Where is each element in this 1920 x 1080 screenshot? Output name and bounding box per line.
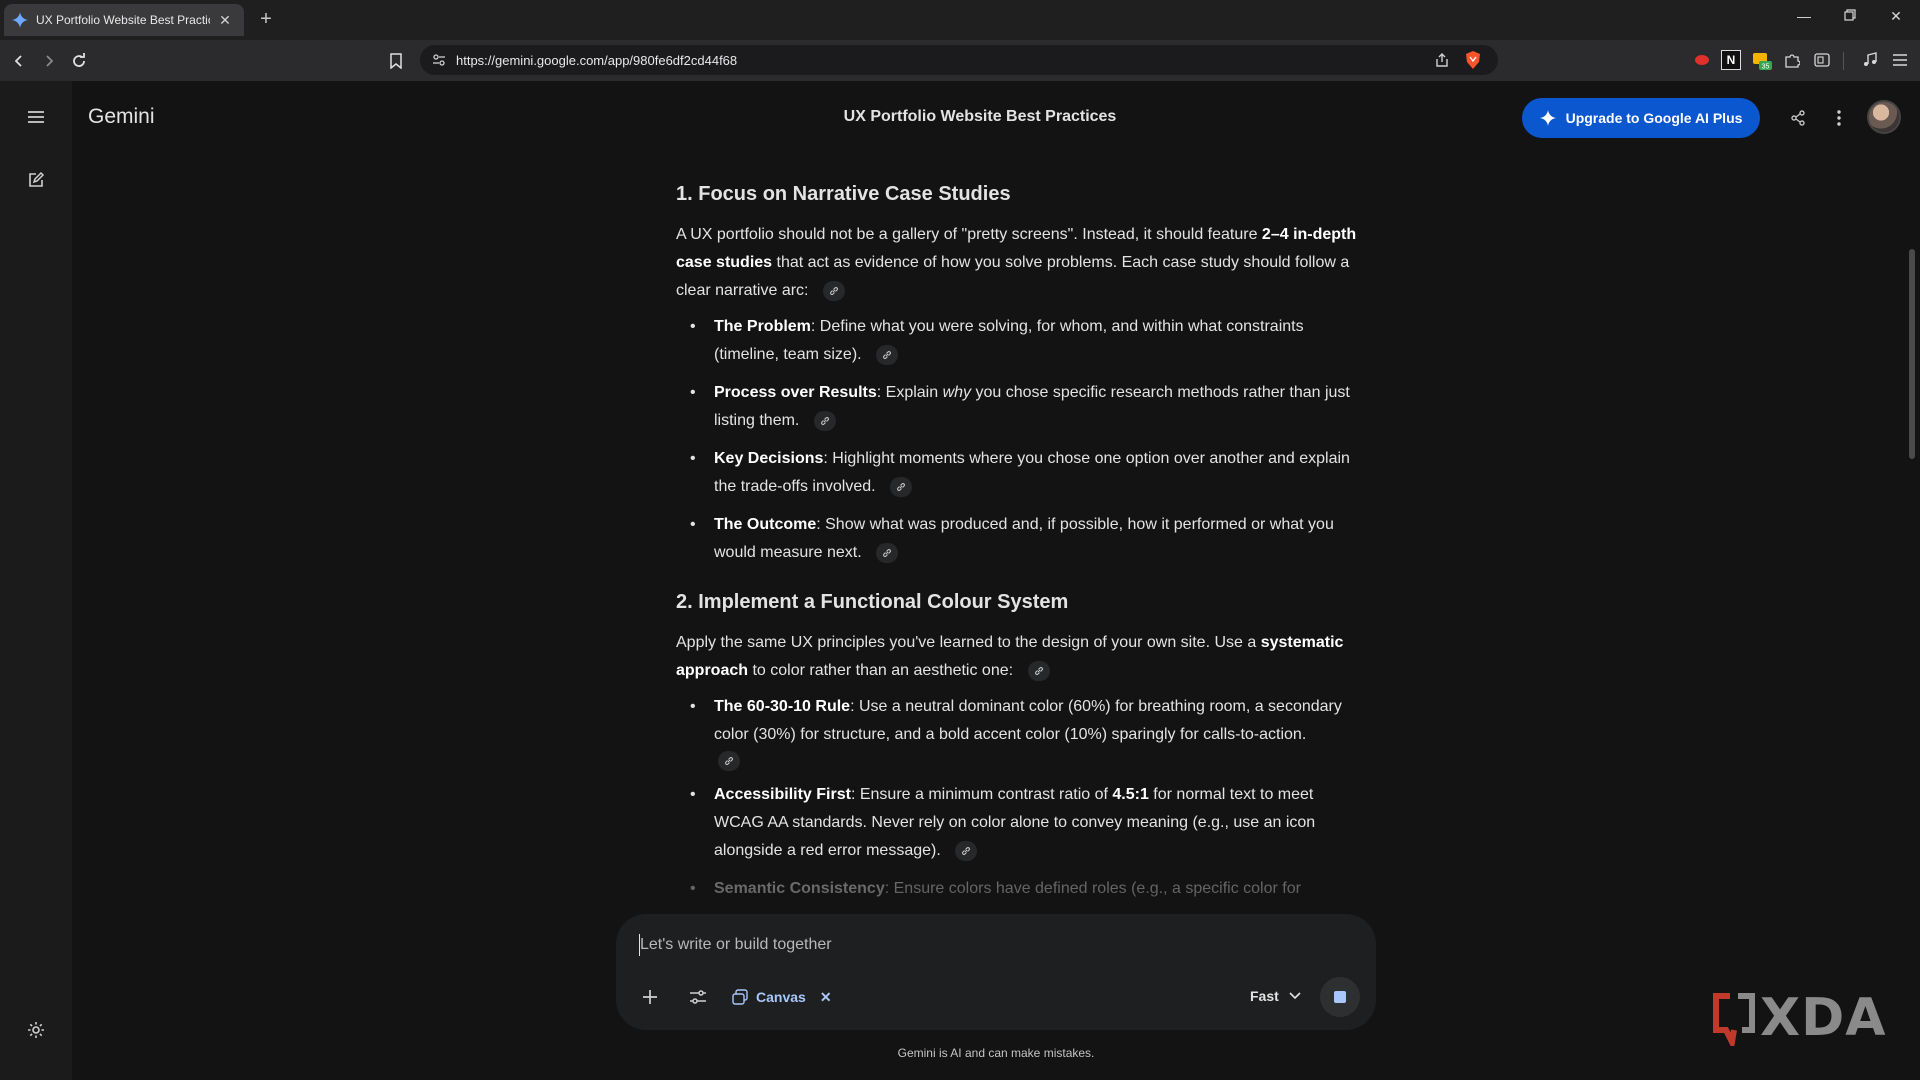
list-item: The Outcome: Show what was produced and,… xyxy=(676,511,1366,567)
canvas-label: Canvas xyxy=(756,989,806,1005)
ai-disclaimer: Gemini is AI and can make mistakes. xyxy=(897,1046,1095,1060)
source-link-icon[interactable] xyxy=(718,751,740,771)
toolbar-divider xyxy=(1843,52,1844,70)
list-item: The 60-30-10 Rule: Use a neutral dominan… xyxy=(676,693,1366,771)
brave-shields-icon[interactable] xyxy=(1464,50,1482,70)
forward-icon[interactable] xyxy=(38,50,60,72)
share-icon[interactable] xyxy=(1786,106,1810,130)
gemini-favicon-icon xyxy=(12,12,28,28)
user-avatar[interactable] xyxy=(1867,100,1901,134)
content-scrollbar[interactable] xyxy=(1909,249,1915,459)
section-intro: A UX portfolio should not be a gallery o… xyxy=(676,226,1357,301)
source-link-icon[interactable] xyxy=(822,280,845,301)
gemini-logo-text[interactable]: Gemini xyxy=(88,105,155,129)
source-link-icon[interactable] xyxy=(890,476,913,497)
source-link-icon[interactable] xyxy=(955,840,978,861)
source-link-icon[interactable] xyxy=(876,542,899,563)
remove-tool-icon[interactable]: ✕ xyxy=(820,989,832,1006)
back-icon[interactable] xyxy=(8,50,30,72)
settings-gear-icon[interactable] xyxy=(22,1016,50,1044)
upgrade-label: Upgrade to Google AI Plus xyxy=(1565,110,1743,126)
gemini-app: Gemini UX Portfolio Website Best Practic… xyxy=(0,81,1920,1080)
model-selector[interactable]: Fast xyxy=(1250,988,1301,1004)
more-options-icon[interactable] xyxy=(1827,106,1851,130)
list-item: Accessibility First: Ensure a minimum co… xyxy=(676,781,1366,865)
upgrade-button[interactable]: Upgrade to Google AI Plus xyxy=(1522,98,1760,138)
conversation-title: UX Portfolio Website Best Practices xyxy=(843,108,1117,125)
case-study-list: The Problem: Define what you were solvin… xyxy=(676,313,1366,567)
prompt-input[interactable]: Let's write or build together xyxy=(640,936,832,954)
extension-folder-icon[interactable]: 35 xyxy=(1752,50,1772,70)
restore-icon[interactable] xyxy=(1838,8,1862,24)
tools-icon[interactable] xyxy=(686,982,710,1012)
stop-icon xyxy=(1334,991,1346,1003)
media-controls-icon[interactable] xyxy=(1860,50,1880,70)
stop-generating-button[interactable] xyxy=(1320,977,1360,1017)
canvas-icon xyxy=(732,989,748,1005)
minimize-icon[interactable]: — xyxy=(1792,8,1816,24)
side-rail xyxy=(0,81,72,1080)
browser-tab-strip: UX Portfolio Website Best Practic ✕ + — … xyxy=(0,0,1920,40)
url-text: https://gemini.google.com/app/980fe6df2c… xyxy=(456,52,738,68)
colour-system-list: The 60-30-10 Rule: Use a neutral dominan… xyxy=(676,693,1366,903)
response-content: 1. Focus on Narrative Case Studies A UX … xyxy=(676,181,1366,1001)
xda-logo-text: XDA xyxy=(1760,988,1887,1048)
canvas-tool-chip[interactable]: Canvas ✕ xyxy=(732,983,832,1011)
model-label: Fast xyxy=(1250,988,1279,1004)
source-link-icon[interactable] xyxy=(813,410,836,431)
browser-tab[interactable]: UX Portfolio Website Best Practic ✕ xyxy=(4,4,244,36)
list-item: Semantic Consistency: Ensure colors have… xyxy=(676,875,1366,903)
list-item: Key Decisions: Highlight moments where y… xyxy=(676,445,1366,501)
xda-bracket-icon xyxy=(1713,993,1755,1046)
share-page-icon[interactable] xyxy=(1434,52,1450,68)
site-settings-icon[interactable] xyxy=(432,53,446,67)
section-intro: Apply the same UX principles you've lear… xyxy=(676,634,1344,681)
address-bar[interactable]: https://gemini.google.com/app/980fe6df2c… xyxy=(420,45,1498,75)
extension-badge: 35 xyxy=(1762,64,1770,71)
source-link-icon[interactable] xyxy=(1027,660,1050,681)
tab-title: UX Portfolio Website Best Practic xyxy=(36,13,210,27)
extensions-puzzle-icon[interactable] xyxy=(1782,50,1802,70)
reload-icon[interactable] xyxy=(68,50,90,72)
browser-toolbar: https://gemini.google.com/app/980fe6df2c… xyxy=(0,40,1920,81)
xda-watermark: XDA xyxy=(1708,988,1887,1048)
chevron-down-icon xyxy=(1289,992,1301,1000)
new-chat-icon[interactable] xyxy=(22,166,50,194)
tab-close-icon[interactable]: ✕ xyxy=(218,12,232,29)
sparkle-icon xyxy=(1539,110,1556,126)
section-heading: 2. Implement a Functional Colour System xyxy=(676,591,1069,613)
extension-red-icon[interactable] xyxy=(1692,50,1712,70)
prompt-composer: Let's write or build together Canvas ✕ F… xyxy=(616,914,1376,1030)
browser-menu-icon[interactable] xyxy=(1890,50,1910,70)
section-heading: 1. Focus on Narrative Case Studies xyxy=(676,183,1011,205)
source-link-icon[interactable] xyxy=(876,344,899,365)
add-attachment-icon[interactable] xyxy=(638,982,662,1012)
main-menu-icon[interactable] xyxy=(22,103,50,131)
new-tab-button[interactable]: + xyxy=(256,8,276,30)
bookmark-icon[interactable] xyxy=(385,50,407,72)
notion-icon[interactable]: N xyxy=(1721,50,1741,70)
window-close-icon[interactable]: ✕ xyxy=(1884,8,1908,25)
list-item: Process over Results: Explain why you ch… xyxy=(676,379,1366,435)
list-item: The Problem: Define what you were solvin… xyxy=(676,313,1366,369)
sidebar-toggle-icon[interactable] xyxy=(1812,50,1832,70)
